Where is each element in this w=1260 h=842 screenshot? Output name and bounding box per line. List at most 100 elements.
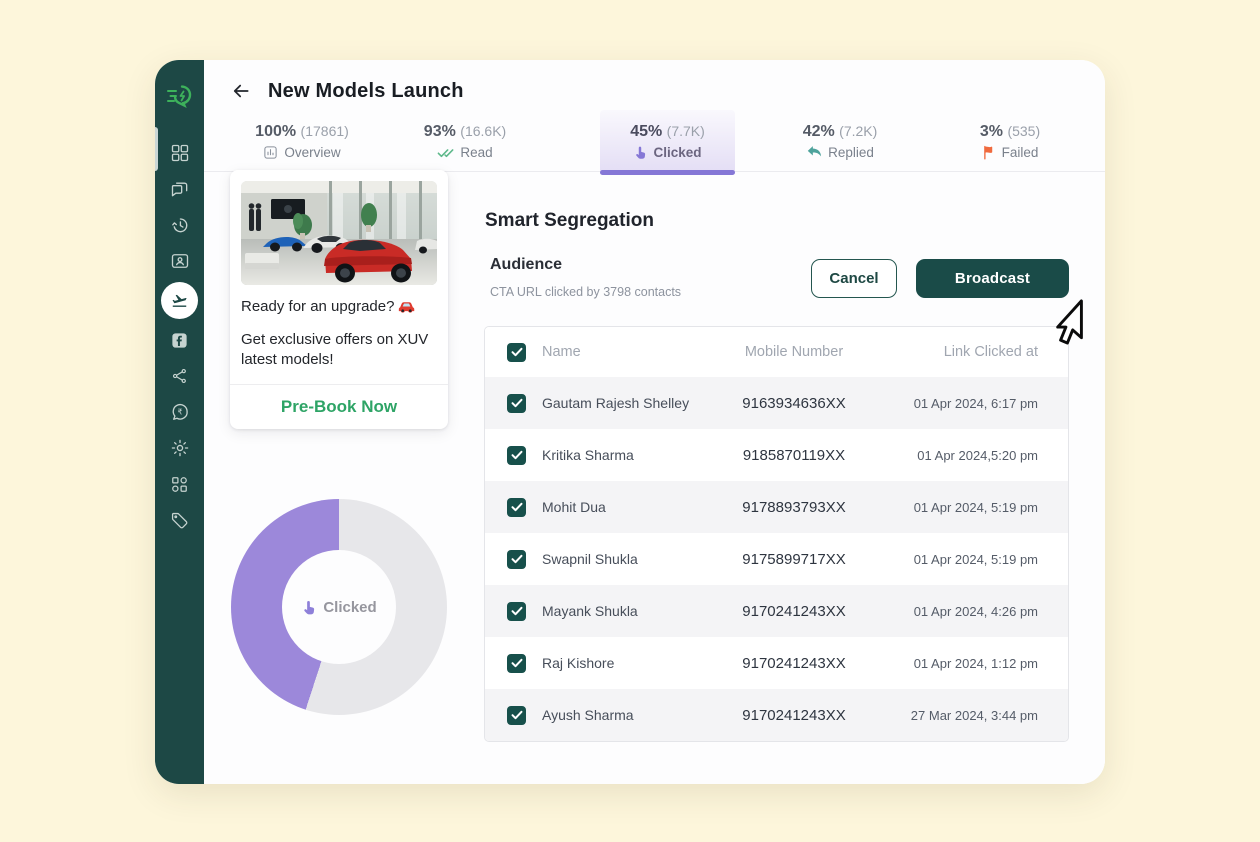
row-checkbox[interactable] — [507, 498, 526, 517]
tab-failed[interactable]: 3% (535) Failed — [940, 110, 1080, 172]
failed-percent: 3% — [980, 123, 1003, 140]
sidebar-item-apps[interactable] — [163, 467, 197, 501]
dashboard-grid-icon — [170, 143, 190, 163]
column-header-mobile: Mobile Number — [729, 344, 859, 360]
back-button[interactable] — [228, 78, 254, 104]
audience-caption: CTA URL clicked by 3798 contacts — [490, 285, 681, 299]
overview-count: (17861) — [301, 123, 349, 139]
contact-clicked-at: 01 Apr 2024, 6:17 pm — [859, 396, 1068, 411]
table-row: Gautam Rajesh Shelley 9163934636XX 01 Ap… — [485, 377, 1068, 429]
select-all-checkbox[interactable] — [507, 343, 526, 362]
tab-failed-label: Failed — [1002, 145, 1039, 160]
row-checkbox[interactable] — [507, 654, 526, 673]
row-checkbox[interactable] — [507, 394, 526, 413]
table-row: Kritika Sharma 9185870119XX 01 Apr 2024,… — [485, 429, 1068, 481]
preview-body: Get exclusive offers on XUV latest model… — [241, 330, 437, 370]
contact-name: Gautam Rajesh Shelley — [539, 395, 729, 411]
column-header-clicked-at: Link Clicked at — [859, 344, 1068, 360]
sidebar-item-settings[interactable] — [163, 431, 197, 465]
pointer-hand-icon — [633, 145, 647, 160]
sidebar-item-payments[interactable]: ₹ — [163, 395, 197, 429]
showroom-image — [241, 181, 437, 285]
contact-name: Raj Kishore — [539, 655, 729, 671]
facebook-icon — [170, 331, 189, 350]
cancel-button[interactable]: Cancel — [811, 259, 897, 298]
tab-read-label: Read — [460, 145, 492, 160]
contact-clicked-at: 01 Apr 2024, 1:12 pm — [859, 656, 1068, 671]
share-network-icon — [171, 367, 189, 385]
sidebar-item-contacts[interactable] — [163, 244, 197, 278]
contact-clicked-at: 01 Apr 2024,5:20 pm — [859, 448, 1068, 463]
sidebar: ₹ — [155, 60, 204, 784]
contact-mobile: 9185870119XX — [729, 447, 859, 464]
history-clock-icon — [170, 215, 190, 235]
sidebar-item-dashboard[interactable] — [163, 136, 197, 170]
contact-mobile: 9170241243XX — [729, 655, 859, 672]
table-row: Mohit Dua 9178893793XX 01 Apr 2024, 5:19… — [485, 481, 1068, 533]
contacts-table: Name Mobile Number Link Clicked at Gauta… — [484, 326, 1069, 742]
preview-headline: Ready for an upgrade? — [241, 298, 394, 315]
double-check-icon — [437, 146, 454, 159]
donut-chart: Clicked — [231, 499, 447, 715]
broadcast-button[interactable]: Broadcast — [916, 259, 1069, 298]
contact-mobile: 9175899717XX — [729, 551, 859, 568]
reply-arrow-icon — [806, 145, 822, 159]
tab-overview-label: Overview — [284, 145, 340, 160]
tab-overview[interactable]: 100% (17861) Overview — [230, 110, 374, 172]
sidebar-item-history[interactable] — [163, 208, 197, 242]
page-header: New Models Launch — [228, 78, 464, 104]
contact-card-icon — [170, 251, 190, 271]
table-row: Ayush Sharma 9170241243XX 27 Mar 2024, 3… — [485, 689, 1068, 741]
contact-name: Mohit Dua — [539, 499, 729, 515]
flag-icon — [982, 145, 996, 160]
rupee-bubble-icon: ₹ — [170, 402, 190, 422]
tab-read[interactable]: 93% (16.6K) Read — [395, 110, 535, 172]
sidebar-item-campaigns[interactable] — [161, 282, 198, 319]
arrow-left-icon — [230, 81, 252, 101]
failed-count: (535) — [1007, 123, 1040, 139]
sidebar-item-chats[interactable] — [163, 172, 197, 206]
table-row: Mayank Shukla 9170241243XX 01 Apr 2024, … — [485, 585, 1068, 637]
pointer-hand-icon — [301, 599, 316, 616]
prebook-cta-button[interactable]: Pre-Book Now — [230, 384, 448, 429]
tab-replied-label: Replied — [828, 145, 874, 160]
replied-percent: 42% — [803, 123, 835, 140]
contact-clicked-at: 01 Apr 2024, 5:19 pm — [859, 500, 1068, 515]
tab-clicked[interactable]: 45% (7.7K) Clicked — [600, 110, 735, 172]
svg-text:₹: ₹ — [177, 407, 182, 416]
bar-chart-icon — [263, 145, 278, 160]
message-preview-card: Ready for an upgrade? Get exclusive offe… — [230, 170, 448, 429]
contact-name: Ayush Sharma — [539, 707, 729, 723]
read-percent: 93% — [424, 123, 456, 140]
flight-takeoff-icon — [171, 292, 188, 309]
car-emoji-icon — [398, 300, 415, 313]
sidebar-item-integrations[interactable] — [163, 359, 197, 393]
column-header-name: Name — [539, 344, 729, 360]
stats-tab-bar: 100% (17861) Overview 93% (16.6K) Read 4… — [204, 110, 1105, 172]
contact-mobile: 9163934636XX — [729, 395, 859, 412]
table-row: Swapnil Shukla 9175899717XX 01 Apr 2024,… — [485, 533, 1068, 585]
clicked-percent: 45% — [630, 123, 662, 140]
contact-mobile: 9170241243XX — [729, 603, 859, 620]
contact-mobile: 9170241243XX — [729, 707, 859, 724]
tab-clicked-label: Clicked — [653, 145, 701, 160]
row-checkbox[interactable] — [507, 550, 526, 569]
read-count: (16.6K) — [460, 123, 506, 139]
contact-clicked-at: 01 Apr 2024, 4:26 pm — [859, 604, 1068, 619]
contact-clicked-at: 27 Mar 2024, 3:44 pm — [859, 708, 1068, 723]
tab-replied[interactable]: 42% (7.2K) Replied — [770, 110, 910, 172]
contact-name: Swapnil Shukla — [539, 551, 729, 567]
chat-bubbles-icon — [170, 179, 190, 199]
row-checkbox[interactable] — [507, 602, 526, 621]
contact-name: Mayank Shukla — [539, 603, 729, 619]
row-checkbox[interactable] — [507, 446, 526, 465]
contact-mobile: 9178893793XX — [729, 499, 859, 516]
sidebar-scroll-indicator — [155, 127, 158, 171]
clicked-count: (7.7K) — [667, 123, 705, 139]
replied-count: (7.2K) — [839, 123, 877, 139]
row-checkbox[interactable] — [507, 706, 526, 725]
sidebar-item-tags[interactable] — [163, 503, 197, 537]
sidebar-item-facebook[interactable] — [163, 323, 197, 357]
gear-icon — [170, 438, 190, 458]
apps-grid-icon — [170, 475, 189, 494]
